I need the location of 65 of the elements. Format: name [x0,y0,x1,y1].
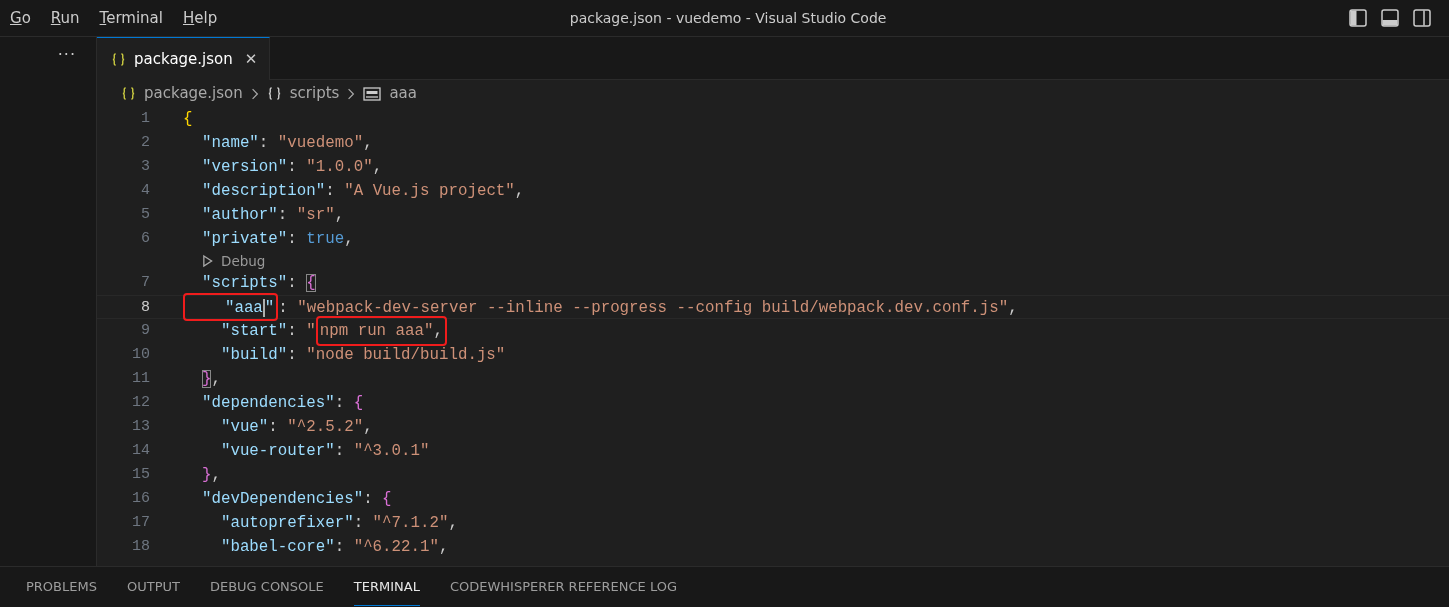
toggle-panel-icon[interactable] [1381,9,1399,27]
breadcrumb-item[interactable]: package.json [144,82,243,105]
code-text: }, [200,465,221,486]
chevron-right-icon [347,87,356,100]
code-text: "vue": "^2.5.2", [219,417,373,438]
text-symbol-icon [363,86,382,101]
play-icon[interactable] [202,254,213,268]
code-text: "author": "sr", [200,205,345,226]
line-number: 14 [131,441,150,461]
code-text: "private": true, [200,229,354,250]
panel-tab[interactable]: CODEWHISPERER REFERENCE LOG [449,568,678,606]
line-number: 2 [140,133,150,153]
code-text: "autoprefixer": "^7.1.2", [219,513,458,534]
menu-item[interactable]: Help [173,0,228,36]
code-text: : "webpack-dev-server --inline --progress --config build/webpack.dev.conf.js", [278,298,1018,318]
line-number: 18 [131,537,150,557]
braces-icon [266,86,282,101]
code-text: "version": "1.0.0", [200,157,383,178]
code-text: "dependencies": { [200,393,364,414]
json-file-icon [121,86,136,101]
code-text: "start": " [219,321,316,342]
line-number: 12 [131,393,150,413]
panel-tab[interactable]: PROBLEMS [26,568,97,606]
code-text: "scripts": { [200,273,316,294]
line-number: 16 [131,489,150,509]
line-number: 5 [140,205,150,225]
line-number: 17 [131,513,150,533]
line-number: 15 [131,465,150,485]
code-text: "babel-core": "^6.22.1", [219,537,449,558]
code-text: { [183,109,193,130]
toggle-secondary-sidebar-icon[interactable] [1413,9,1431,27]
code-text: }, [200,369,221,390]
panel-tab[interactable]: DEBUG CONSOLE [209,568,324,606]
line-number: 9 [140,321,150,341]
editor-tab[interactable]: package.json ✕ [97,37,271,80]
line-number: 3 [140,157,150,177]
annotation-box: npm run aaa", [315,316,447,346]
code-text: "devDependencies": { [200,489,392,510]
line-number: 11 [131,369,150,389]
line-number: 1 [140,109,150,129]
panel-tab[interactable]: TERMINAL [353,568,420,606]
more-actions-button[interactable]: ··· [57,45,76,65]
annotation-box: "aaa" [183,293,279,321]
code-text: "description": "A Vue.js project", [200,181,525,202]
line-number: 7 [140,273,150,293]
close-button[interactable]: ✕ [240,47,258,71]
panel-tab[interactable]: OUTPUT [126,568,180,606]
menu-item[interactable]: Run [40,0,90,36]
menu-item[interactable]: Go [0,0,41,36]
json-file-icon [111,51,126,67]
code-text: "name": "vuedemo", [200,133,373,154]
window-title: package.json - vuedemo - Visual Studio Code [569,9,888,28]
menu-item[interactable]: Terminal [89,0,173,36]
debug-codelens[interactable]: Debug [221,251,266,271]
breadcrumb-item[interactable]: scripts [289,82,340,105]
chevron-right-icon [250,87,259,100]
line-number: 6 [140,229,150,249]
toggle-sidebar-icon[interactable] [1349,9,1367,27]
line-number: 8 [140,298,150,318]
line-number: 13 [131,417,150,437]
breadcrumb-item[interactable]: aaa [389,82,417,105]
code-text: "vue-router": "^3.0.1" [219,441,430,462]
line-number: 4 [140,181,150,201]
code-text: "build": "node build/build.js" [219,345,506,366]
line-number: 10 [131,345,150,365]
